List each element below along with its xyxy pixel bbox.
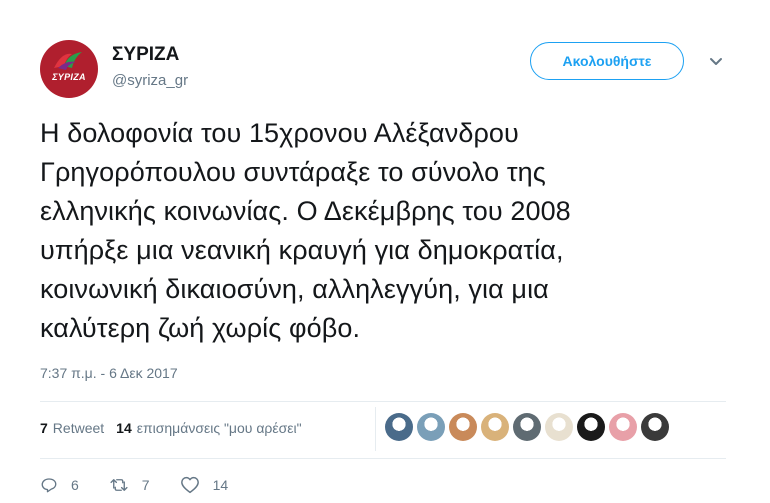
tweet-card: ΣΥΡΙΖΑ ΣΥΡΙΖΑ @syriza_gr Ακολουθήστε Η δ… (0, 0, 770, 503)
liker-avatar[interactable] (417, 413, 445, 441)
engagement-stats: 7 Retweet 14 επισημάνσεις "μου αρέσει" (40, 420, 302, 436)
chevron-down-icon[interactable] (706, 54, 726, 70)
liker-avatars (385, 413, 669, 441)
divider (40, 458, 726, 459)
retweets-stat-count: 7 (40, 420, 48, 436)
like-button[interactable]: 14 (180, 476, 229, 494)
follow-button[interactable]: Ακολουθήστε (530, 42, 684, 80)
display-name[interactable]: ΣΥΡΙΖΑ (112, 44, 179, 66)
liker-avatar[interactable] (513, 413, 541, 441)
user-handle[interactable]: @syriza_gr (112, 72, 188, 89)
likes-stat-label: επισημάνσεις "μου αρέσει" (136, 420, 302, 436)
liker-avatar[interactable] (641, 413, 669, 441)
avatar-logo-text: ΣΥΡΙΖΑ (52, 72, 86, 82)
liker-avatar[interactable] (481, 413, 509, 441)
tweet-timestamp[interactable]: 7:37 π.μ. - 6 Δεκ 2017 (40, 365, 178, 381)
syriza-logo-icon (54, 52, 82, 70)
avatar[interactable]: ΣΥΡΙΖΑ (40, 40, 98, 98)
liker-avatar[interactable] (385, 413, 413, 441)
retweet-count: 7 (141, 477, 150, 493)
like-count: 14 (212, 477, 229, 493)
retweet-icon (110, 479, 128, 491)
heart-icon (180, 476, 199, 494)
liker-avatar[interactable] (577, 413, 605, 441)
reply-icon (41, 478, 57, 493)
reply-button[interactable]: 6 (40, 476, 79, 494)
reply-count: 6 (71, 477, 79, 493)
stats-separator (375, 407, 376, 451)
liker-avatar[interactable] (609, 413, 637, 441)
retweet-button[interactable]: 7 (109, 476, 150, 494)
divider (40, 401, 726, 402)
tweet-text: Η δολοφονία του 15χρονου Αλέξανδρου Γρηγ… (40, 118, 571, 343)
retweets-stat-label: Retweet (52, 420, 105, 436)
liker-avatar[interactable] (449, 413, 477, 441)
tweet-actions: 6 7 14 (40, 476, 258, 494)
likes-stat-count: 14 (116, 420, 132, 436)
likes-stat[interactable]: 14 επισημάνσεις "μου αρέσει" (116, 420, 301, 436)
retweets-stat[interactable]: 7 Retweet (40, 420, 104, 436)
liker-avatar[interactable] (545, 413, 573, 441)
